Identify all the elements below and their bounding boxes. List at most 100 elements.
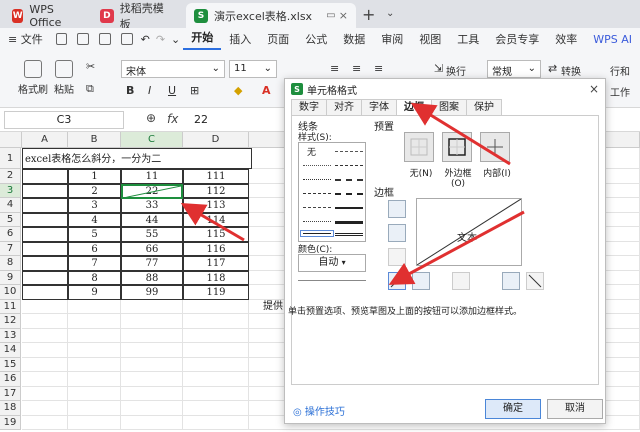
menu-formula[interactable]: 公式 (297, 31, 335, 47)
grid-cell[interactable] (183, 401, 249, 416)
border-top-button[interactable] (388, 200, 406, 218)
formula-input[interactable]: 22 (194, 113, 208, 126)
grid-cell[interactable] (68, 372, 121, 387)
grid-cell[interactable] (68, 401, 121, 416)
grid-cell[interactable] (22, 198, 68, 213)
line-style-option[interactable] (335, 151, 363, 152)
grid-cell[interactable] (121, 386, 183, 401)
preset-inside-button[interactable] (480, 132, 510, 162)
font-select[interactable]: 宋体 ⌄ (121, 60, 225, 78)
grid-cell[interactable]: 55 (121, 227, 183, 242)
line-style-option[interactable] (303, 207, 331, 208)
grid-cell[interactable] (68, 299, 121, 314)
row-header[interactable]: 15 (0, 357, 21, 372)
row-header[interactable]: 18 (0, 401, 21, 416)
row-header[interactable]: 19 (0, 415, 21, 430)
border-bottom-button[interactable] (388, 248, 406, 266)
menu-efficiency[interactable]: 效率 (547, 31, 585, 47)
align-top-icon[interactable]: ≡ (330, 62, 339, 75)
preview-icon[interactable] (120, 33, 133, 45)
paste-button[interactable]: 粘贴 (54, 60, 74, 96)
format-painter-button[interactable]: 格式刷 (18, 60, 48, 96)
cancel-button[interactable]: 取消 (547, 399, 603, 419)
grid-cell[interactable] (121, 299, 183, 314)
grid-cell[interactable] (22, 212, 68, 227)
border-left-button[interactable] (412, 272, 430, 290)
underline-icon[interactable]: U (168, 84, 176, 97)
border-icon[interactable]: ⊞ (190, 84, 199, 97)
copy-icon[interactable]: ⧉ (86, 82, 94, 96)
grid-cell[interactable] (22, 270, 68, 285)
export-icon[interactable] (77, 33, 90, 45)
tab-alignment[interactable]: 对齐 (326, 99, 362, 115)
tab-number[interactable]: 数字 (291, 99, 327, 115)
grid-cell[interactable]: 118 (183, 270, 249, 285)
grid-cell[interactable]: 9 (68, 285, 121, 300)
tips-link[interactable]: ◎ 操作技巧 (293, 403, 345, 418)
new-tab-icon[interactable]: + (362, 5, 375, 24)
grid-cell[interactable]: 66 (121, 241, 183, 256)
grid-cell[interactable] (183, 314, 249, 329)
tab-font[interactable]: 字体 (361, 99, 397, 115)
row-header[interactable]: 17 (0, 386, 21, 401)
menu-data[interactable]: 数据 (335, 31, 373, 47)
grid-cell[interactable] (183, 357, 249, 372)
tab-protection[interactable]: 保护 (466, 99, 502, 115)
grid-cell[interactable]: 4 (68, 212, 121, 227)
row-header[interactable]: 10 (0, 285, 21, 300)
grid-cell[interactable]: 111 (183, 169, 249, 184)
grid-cell[interactable] (22, 357, 68, 372)
grid-cell[interactable] (183, 372, 249, 387)
grid-cell[interactable]: 3 (68, 198, 121, 213)
grid-cell[interactable] (121, 415, 183, 430)
border-right-button[interactable] (502, 272, 520, 290)
hamburger-icon[interactable]: ≡ 文件 (0, 31, 51, 47)
grid-cell[interactable] (22, 401, 68, 416)
close-tab-icon[interactable]: × (339, 9, 348, 22)
grid-cell[interactable] (22, 328, 68, 343)
grid-cell[interactable]: 7 (68, 256, 121, 271)
close-icon[interactable]: × (589, 82, 599, 96)
row-header[interactable]: 12 (0, 314, 21, 329)
grid-cell[interactable]: 113 (183, 198, 249, 213)
align-middle-icon[interactable]: ≡ (352, 62, 361, 75)
row-header[interactable]: 7 (0, 241, 21, 256)
grid-cell[interactable] (121, 314, 183, 329)
grid-cell[interactable]: 119 (183, 285, 249, 300)
grid-cell[interactable]: 117 (183, 256, 249, 271)
redo-icon[interactable]: ↷ (153, 33, 168, 46)
border-center-button[interactable] (452, 272, 470, 290)
grid-cell[interactable]: 115 (183, 227, 249, 242)
row-header[interactable]: 3 (0, 183, 21, 198)
grid-cell[interactable] (183, 343, 249, 358)
grid-cell[interactable] (121, 372, 183, 387)
grid-cell[interactable] (22, 372, 68, 387)
tab-wps-office[interactable]: W WPS Office (4, 3, 86, 29)
grid-cell[interactable] (68, 328, 121, 343)
more-quick-icon[interactable]: ⌄ (168, 33, 183, 46)
font-size-select[interactable]: 11 ⌄ (229, 60, 277, 78)
line-style-option[interactable] (335, 193, 363, 195)
grid-cell[interactable] (22, 343, 68, 358)
line-style-option[interactable] (335, 233, 363, 236)
italic-icon[interactable]: I (148, 84, 151, 97)
row-header[interactable]: 2 (0, 169, 21, 184)
line-style-option[interactable] (303, 193, 331, 194)
undo-icon[interactable]: ↶ (138, 33, 153, 46)
grid-cell[interactable] (68, 343, 121, 358)
col-header-d[interactable]: D (183, 132, 249, 148)
grid-cell[interactable] (68, 357, 121, 372)
preset-none-button[interactable] (404, 132, 434, 162)
style-none[interactable]: 无 (307, 145, 316, 158)
save-icon[interactable] (55, 33, 68, 45)
convert-icon[interactable]: ⇄ (548, 62, 557, 75)
grid-cell[interactable] (22, 227, 68, 242)
col-header-b[interactable]: B (68, 132, 121, 148)
number-format-select[interactable]: 常规 ⌄ (487, 60, 541, 78)
row-header[interactable]: 16 (0, 372, 21, 387)
corner-header[interactable] (0, 132, 22, 148)
grid-cell[interactable] (183, 386, 249, 401)
menu-tools[interactable]: 工具 (449, 31, 487, 47)
row-header[interactable]: 8 (0, 256, 21, 271)
line-style-option[interactable] (335, 221, 363, 224)
